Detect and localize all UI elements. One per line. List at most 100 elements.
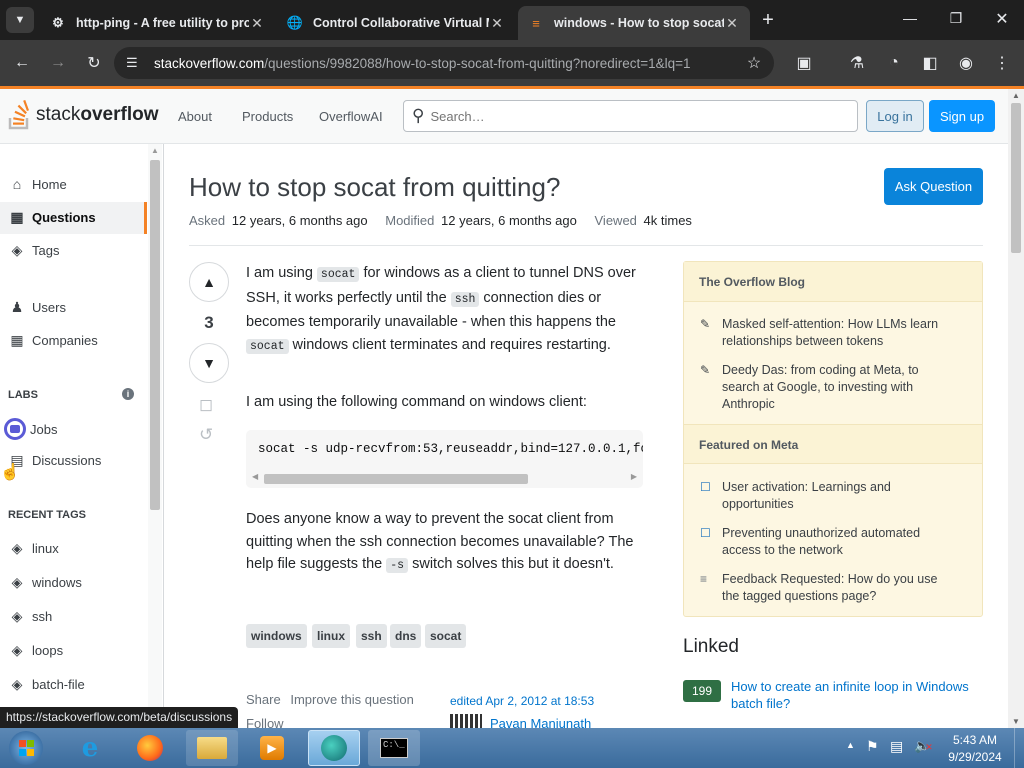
nav-about[interactable]: About bbox=[178, 109, 212, 124]
logo-overflow-text: overflow bbox=[80, 104, 159, 125]
recent-tag-windows[interactable]: ◈ windows bbox=[8, 574, 82, 591]
meta-item[interactable]: ≡ Feedback Requested: How do you use the… bbox=[700, 571, 955, 605]
bookmark-star-icon[interactable]: ☆ bbox=[742, 51, 766, 75]
browser-tab-stackoverflow[interactable]: ≡ windows - How to stop socat f ✕ bbox=[518, 6, 750, 40]
close-tab-icon[interactable]: ✕ bbox=[489, 15, 505, 32]
reload-icon[interactable]: ↻ bbox=[82, 51, 106, 75]
volume-muted-icon[interactable]: 🔈✕ bbox=[914, 738, 933, 754]
recent-tag-linux[interactable]: ◈ linux bbox=[8, 540, 59, 557]
code-horizontal-scrollbar[interactable]: ◀ ▶ bbox=[250, 472, 639, 484]
sidebar-item-users[interactable]: ♟ Users bbox=[8, 299, 66, 316]
sidebar-item-jobs[interactable]: Jobs bbox=[4, 418, 57, 440]
internet-explorer-icon[interactable]: e bbox=[64, 730, 116, 766]
command-prompt-icon[interactable]: C:\_ bbox=[368, 730, 420, 766]
clock-date[interactable]: 9/29/2024 bbox=[940, 750, 1010, 764]
signup-button[interactable]: Sign up bbox=[929, 100, 995, 132]
question-title[interactable]: How to stop socat from quitting? bbox=[189, 172, 560, 203]
sidebar-item-tags[interactable]: ◈ Tags bbox=[8, 242, 60, 259]
extension-circle-icon[interactable]: ◔ bbox=[882, 51, 906, 75]
close-tab-icon[interactable]: ✕ bbox=[724, 15, 740, 32]
linked-question-link[interactable]: How to create an infinite loop in Window… bbox=[731, 678, 983, 712]
nav-products[interactable]: Products bbox=[242, 109, 293, 124]
sidebar-item-companies[interactable]: ▦ Companies bbox=[8, 332, 97, 349]
close-tab-icon[interactable]: ✕ bbox=[249, 15, 265, 32]
file-explorer-icon[interactable] bbox=[186, 730, 238, 766]
tab-search-button[interactable]: ▼ bbox=[6, 7, 34, 33]
network-icon[interactable]: ▤ bbox=[890, 738, 903, 755]
history-icon[interactable]: ↺ bbox=[199, 425, 213, 445]
start-button[interactable] bbox=[2, 729, 50, 767]
back-arrow-icon[interactable]: ← bbox=[10, 51, 34, 75]
sidebar-item-label: Discussions bbox=[32, 453, 102, 468]
forward-arrow-icon[interactable]: → bbox=[46, 51, 70, 75]
page-scroll-up-arrow[interactable]: ▲ bbox=[1008, 89, 1024, 103]
close-window-button[interactable]: ✕ bbox=[992, 9, 1012, 29]
page-scroll-thumb[interactable] bbox=[1011, 103, 1021, 253]
blog-item[interactable]: ✎ Deedy Das: from coding at Meta, to sea… bbox=[700, 362, 955, 413]
scroll-left-arrow[interactable]: ◀ bbox=[252, 472, 258, 481]
post-tag-ssh[interactable]: ssh bbox=[356, 624, 387, 648]
meta-item[interactable]: ☐ User activation: Learnings and opportu… bbox=[700, 479, 955, 513]
sidebar-item-discussions[interactable]: ▤ Discussions bbox=[8, 452, 101, 469]
show-desktop-button[interactable] bbox=[1014, 728, 1024, 768]
side-panel-icon[interactable]: ◧ bbox=[918, 51, 942, 75]
info-icon[interactable]: i bbox=[122, 388, 134, 400]
browser-menu-icon[interactable]: ⋮ bbox=[990, 51, 1014, 75]
minimize-window-button[interactable]: — bbox=[900, 10, 920, 26]
edited-link[interactable]: edited Apr 2, 2012 at 18:53 bbox=[450, 694, 594, 708]
scroll-right-arrow[interactable]: ▶ bbox=[631, 472, 637, 481]
restore-window-button[interactable]: ❐ bbox=[946, 10, 966, 27]
sidebar-item-label: Questions bbox=[32, 210, 96, 225]
nav-overflowai[interactable]: OverflowAI bbox=[319, 109, 383, 124]
sidebar-scrollbar[interactable]: ▲ bbox=[148, 144, 162, 728]
ask-question-button[interactable]: Ask Question bbox=[884, 168, 983, 205]
search-input[interactable] bbox=[430, 108, 831, 124]
labs-flask-icon[interactable]: ⚗ bbox=[845, 51, 869, 75]
browser-tab-http-ping[interactable]: ⚙ http-ping - A free utility to pro ✕ bbox=[40, 6, 275, 40]
sidebar-item-home[interactable]: ⌂ Home bbox=[8, 176, 67, 192]
profile-avatar-icon[interactable]: ◉ bbox=[954, 51, 978, 75]
vm-console-icon[interactable] bbox=[308, 730, 360, 766]
new-tab-button[interactable]: + bbox=[758, 8, 778, 32]
post-tag-windows[interactable]: windows bbox=[246, 624, 307, 648]
linked-score-badge: 199 bbox=[683, 680, 721, 702]
sidebar-item-questions[interactable]: ▦ Questions bbox=[8, 209, 96, 226]
improve-question-link[interactable]: Improve this question bbox=[290, 692, 414, 707]
firefox-icon[interactable] bbox=[124, 730, 176, 766]
page-scroll-down-arrow[interactable]: ▼ bbox=[1008, 717, 1024, 726]
recent-tag-batch-file[interactable]: ◈ batch-file bbox=[8, 676, 85, 693]
action-center-flag-icon[interactable]: ⚑ bbox=[866, 738, 879, 755]
address-bar[interactable]: ☰ stackoverflow.com /questions/9982088/h… bbox=[114, 47, 774, 79]
downvote-button[interactable]: ▼ bbox=[189, 343, 229, 383]
login-button[interactable]: Log in bbox=[866, 100, 924, 132]
sidebar-scroll-up-arrow[interactable]: ▲ bbox=[148, 144, 162, 158]
bookmark-icon[interactable]: ◻ bbox=[199, 395, 213, 415]
recent-tag-ssh[interactable]: ◈ ssh bbox=[8, 608, 53, 625]
stackoverflow-logo-icon bbox=[8, 100, 29, 130]
meta-item[interactable]: ☐ Preventing unauthorized automated acce… bbox=[700, 525, 955, 559]
post-tag-socat[interactable]: socat bbox=[425, 624, 467, 648]
so-logo[interactable]: stack overflow bbox=[8, 99, 158, 131]
recent-tag-loops[interactable]: ◈ loops bbox=[8, 642, 63, 659]
search-box[interactable]: ⚲ bbox=[403, 100, 858, 132]
viewed-label: Viewed bbox=[594, 213, 637, 228]
share-link[interactable]: Share bbox=[246, 692, 281, 707]
editor-avatar[interactable] bbox=[450, 714, 482, 728]
site-info-icon[interactable]: ☰ bbox=[126, 55, 146, 71]
post-tag-linux[interactable]: linux bbox=[312, 624, 351, 648]
home-icon: ⌂ bbox=[12, 176, 22, 192]
page-scrollbar[interactable]: ▲ ▼ bbox=[1008, 89, 1024, 728]
post-tag-dns[interactable]: dns bbox=[390, 624, 422, 648]
code-scroll-thumb[interactable] bbox=[264, 474, 528, 484]
extensions-icon[interactable]: ▣ bbox=[792, 51, 816, 75]
browser-tab-control-collaborative[interactable]: 🌐 Control Collaborative Virtual M ✕ bbox=[277, 6, 515, 40]
clock-time[interactable]: 5:43 AM bbox=[940, 733, 1010, 747]
blog-item[interactable]: ✎ Masked self-attention: How LLMs learn … bbox=[700, 316, 955, 350]
show-hidden-icons-arrow[interactable]: ▲ bbox=[846, 740, 855, 750]
modified-value[interactable]: 12 years, 6 months ago bbox=[441, 213, 577, 228]
browser-tab-strip: ▼ ⚙ http-ping - A free utility to pro ✕ … bbox=[0, 0, 1024, 40]
windows-taskbar: e ▶ C:\_ ▲ ⚑ ▤ 🔈✕ 5:43 AM 9/29/2024 bbox=[0, 728, 1024, 768]
upvote-button[interactable]: ▲ bbox=[189, 262, 229, 302]
sidebar-scroll-thumb[interactable] bbox=[150, 160, 160, 510]
media-player-icon[interactable]: ▶ bbox=[246, 730, 298, 766]
